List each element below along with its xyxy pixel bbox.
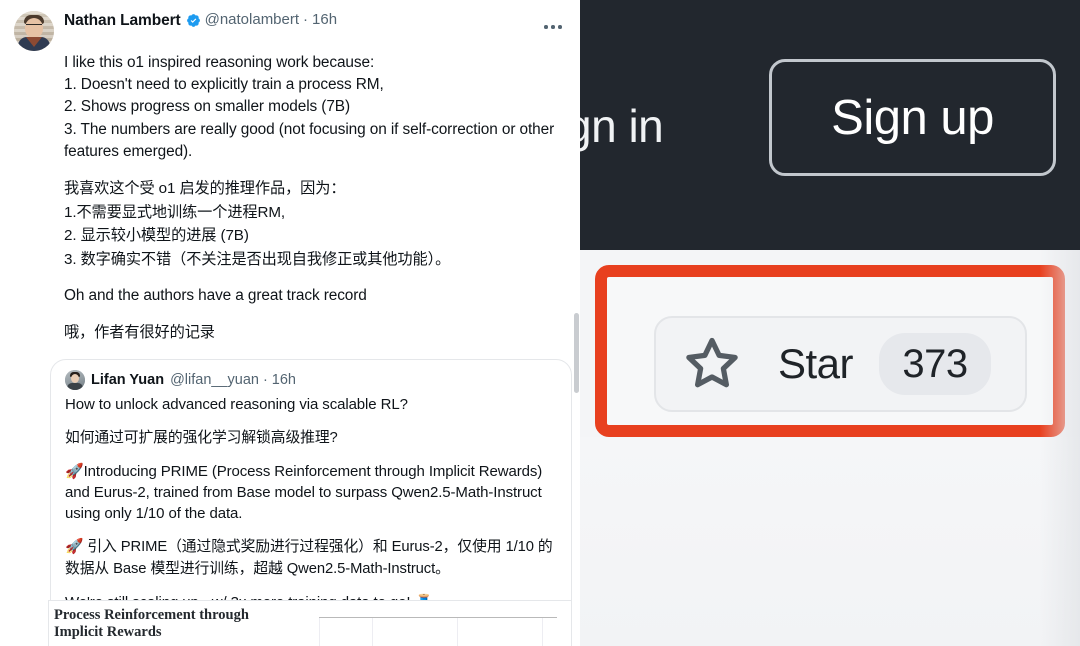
chart-gridline bbox=[372, 618, 373, 646]
screenshot-root: Nathan Lambert @natolambert · 16h I like bbox=[0, 0, 1080, 646]
chart-plot-area: 79.2 bbox=[319, 601, 557, 646]
chart-gridline bbox=[457, 618, 458, 646]
tweet-closing-cn: 哦，作者有很好的记录 bbox=[64, 324, 215, 342]
chart-axis-line bbox=[319, 617, 557, 618]
tweet-closing-en: Oh and the authors have a great track re… bbox=[64, 287, 367, 305]
chart-gridline bbox=[319, 618, 320, 646]
tweet-text-line: I like this o1 inspired reasoning work b… bbox=[64, 54, 375, 71]
more-options-icon[interactable] bbox=[540, 18, 566, 36]
github-header-bar: gn in Sign up bbox=[580, 0, 1080, 250]
verified-badge-icon bbox=[186, 14, 200, 27]
quoted-intro-en: 🚀Introducing PRIME (Process Reinforcemen… bbox=[65, 462, 543, 522]
quoted-timestamp: 16h bbox=[271, 371, 296, 388]
star-outline-icon bbox=[686, 337, 738, 388]
star-button[interactable]: Star 373 bbox=[654, 316, 1027, 412]
author-row: Nathan Lambert @natolambert · 16h bbox=[64, 10, 562, 29]
github-pane: gn in Sign up Star 373 bbox=[580, 0, 1080, 646]
tweet-body: I like this o1 inspired reasoning work b… bbox=[64, 52, 562, 345]
chart-gridline bbox=[542, 618, 543, 646]
star-button-label: Star bbox=[778, 340, 854, 387]
highlight-annotation-box: Star 373 bbox=[595, 265, 1065, 437]
tweet-text-line: 3. The numbers are really good (not focu… bbox=[64, 120, 555, 160]
tweet-text-line: 1. Doesn't need to explicitly train a pr… bbox=[64, 76, 384, 94]
star-count-value: 373 bbox=[902, 341, 968, 386]
star-count-badge: 373 bbox=[879, 333, 992, 395]
tweet-text-line-cn: 3. 数字确实不错（不关注是否出现自我修正或其他功能）。 bbox=[64, 250, 451, 268]
quoted-hook-en: How to unlock advanced reasoning via sca… bbox=[65, 395, 408, 413]
author-display-name[interactable]: Nathan Lambert bbox=[64, 12, 181, 29]
quoted-hook-cn: 如何通过可扩展的强化学习解锁高级推理? bbox=[65, 429, 338, 446]
page-edge-shading bbox=[1040, 250, 1080, 646]
author-handle[interactable]: @natolambert bbox=[205, 12, 299, 29]
github-content-background bbox=[580, 437, 1080, 646]
tweet-text-line-cn: 1.不需要显式地训练一个进程RM, bbox=[64, 203, 286, 221]
tweet-pane: Nathan Lambert @natolambert · 16h I like bbox=[0, 0, 580, 646]
tweet-header: Nathan Lambert @natolambert · 16h bbox=[14, 10, 562, 51]
quoted-author-handle[interactable]: @lifan__yuan bbox=[170, 372, 259, 388]
sign-up-button[interactable]: Sign up bbox=[769, 59, 1056, 176]
tweet-text-line-cn: 我喜欢这个受 o1 启发的推理作品，因为： bbox=[64, 180, 346, 198]
separator: · bbox=[262, 371, 268, 388]
tweet-text-line: 2. Shows progress on smaller models (7B) bbox=[64, 98, 350, 116]
separator: · bbox=[303, 11, 309, 29]
quoted-intro-cn: 🚀 引入 PRIME（通过隐式奖励进行过程强化）和 Eurus-2，仅使用 1/… bbox=[65, 538, 553, 577]
avatar[interactable] bbox=[65, 369, 85, 390]
timestamp[interactable]: 16h bbox=[312, 12, 337, 29]
tweet-text-line-cn: 2. 显示较小模型的进展 (7B) bbox=[64, 227, 249, 245]
sign-in-link[interactable]: gn in bbox=[580, 99, 664, 153]
scrollbar-thumb[interactable] bbox=[574, 313, 579, 393]
chart-title: Process Reinforcement through Implicit R… bbox=[54, 607, 249, 640]
chart-preview[interactable]: Process Reinforcement through Implicit R… bbox=[48, 600, 572, 646]
quoted-author-row: Lifan Yuan @lifan__yuan · 16h bbox=[65, 369, 559, 390]
avatar[interactable] bbox=[14, 11, 54, 51]
quoted-author-display-name[interactable]: Lifan Yuan bbox=[91, 372, 164, 388]
